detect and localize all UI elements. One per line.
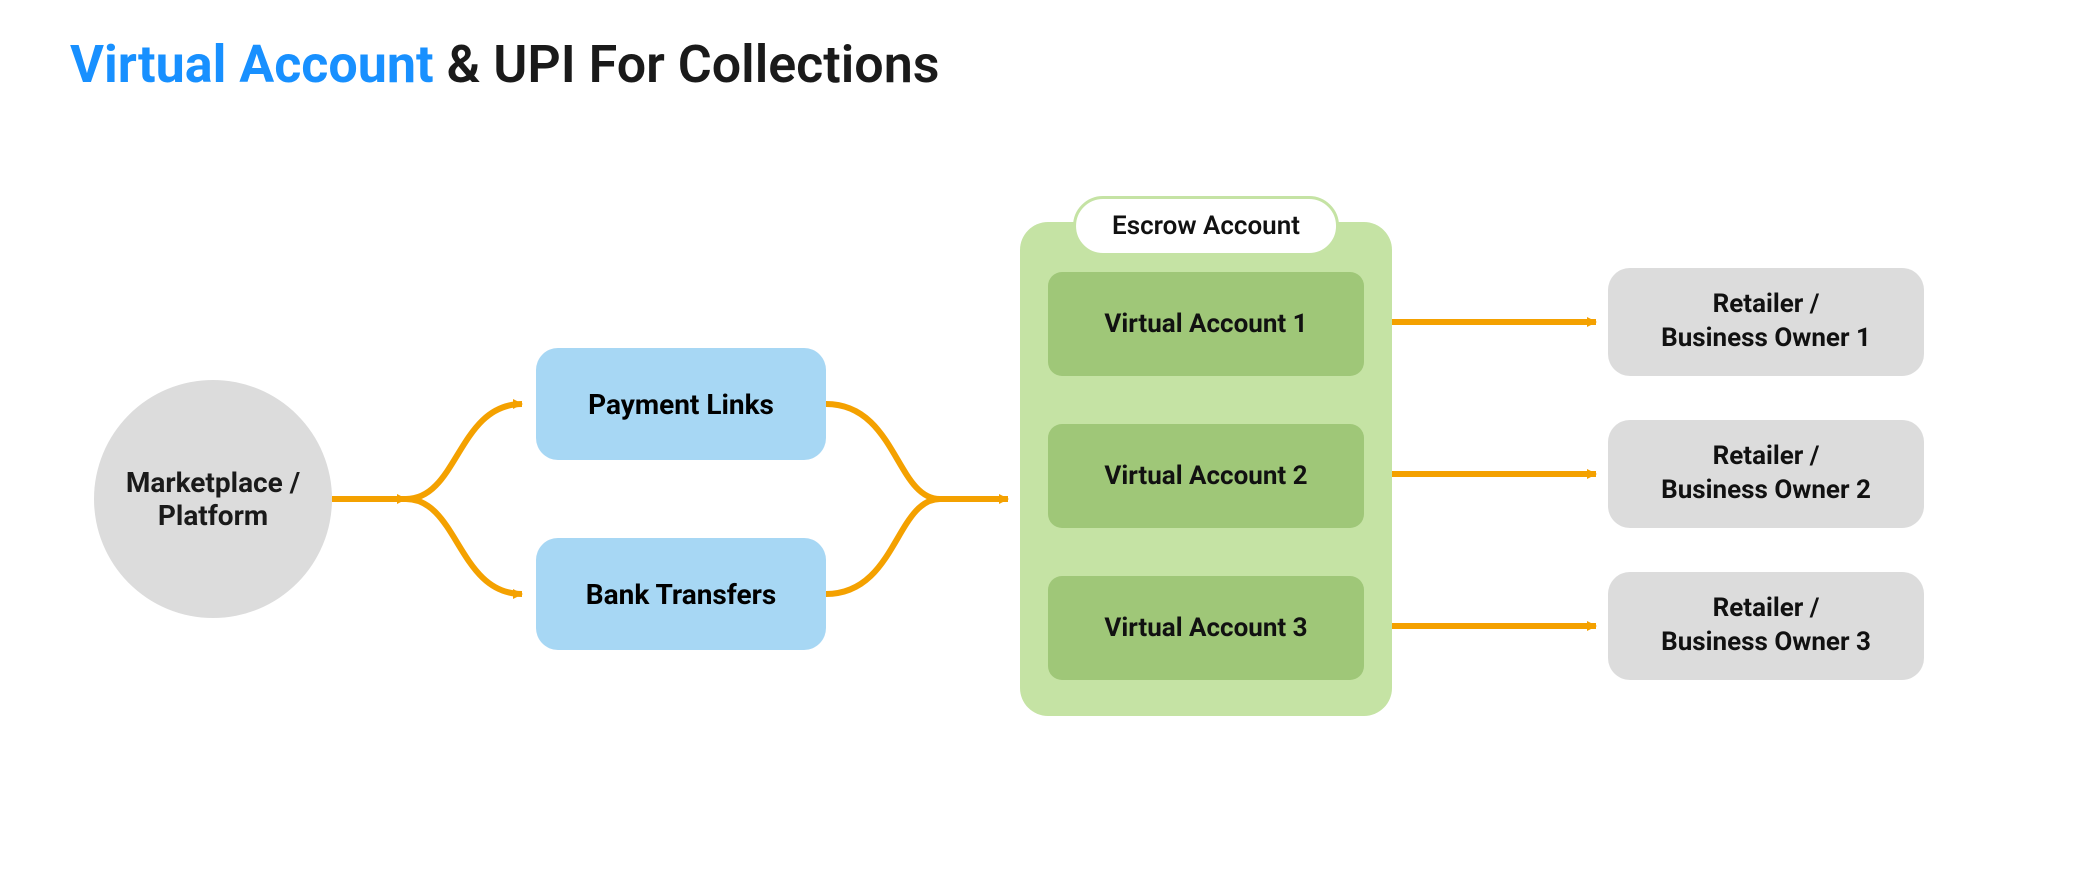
escrow-label: Escrow Account: [1073, 196, 1339, 256]
marketplace-node: Marketplace / Platform: [94, 380, 332, 618]
payment-links-node: Payment Links: [536, 348, 826, 460]
virtual-account-1: Virtual Account 1: [1048, 272, 1364, 376]
retailer-3-node: Retailer / Business Owner 3: [1608, 572, 1924, 680]
retailer-3-line1: Retailer /: [1713, 593, 1820, 623]
retailer-1-node: Retailer / Business Owner 1: [1608, 268, 1924, 376]
retailer-3-line2: Business Owner 3: [1661, 627, 1871, 657]
payment-links-label: Payment Links: [588, 388, 774, 421]
virtual-account-3: Virtual Account 3: [1048, 576, 1364, 680]
marketplace-line1: Marketplace /: [126, 466, 300, 499]
bank-transfers-label: Bank Transfers: [586, 578, 776, 611]
retailer-2-line1: Retailer /: [1713, 441, 1820, 471]
retailer-2-line2: Business Owner 2: [1661, 475, 1871, 505]
marketplace-line2: Platform: [158, 499, 268, 532]
retailer-1-line1: Retailer /: [1713, 289, 1820, 319]
retailer-2-node: Retailer / Business Owner 2: [1608, 420, 1924, 528]
diagram-stage: Marketplace / Platform Payment Links Ban…: [0, 0, 2079, 883]
retailer-1-line2: Business Owner 1: [1661, 323, 1871, 353]
virtual-account-2: Virtual Account 2: [1048, 424, 1364, 528]
bank-transfers-node: Bank Transfers: [536, 538, 826, 650]
escrow-container: Escrow Account Virtual Account 1 Virtual…: [1020, 222, 1392, 716]
